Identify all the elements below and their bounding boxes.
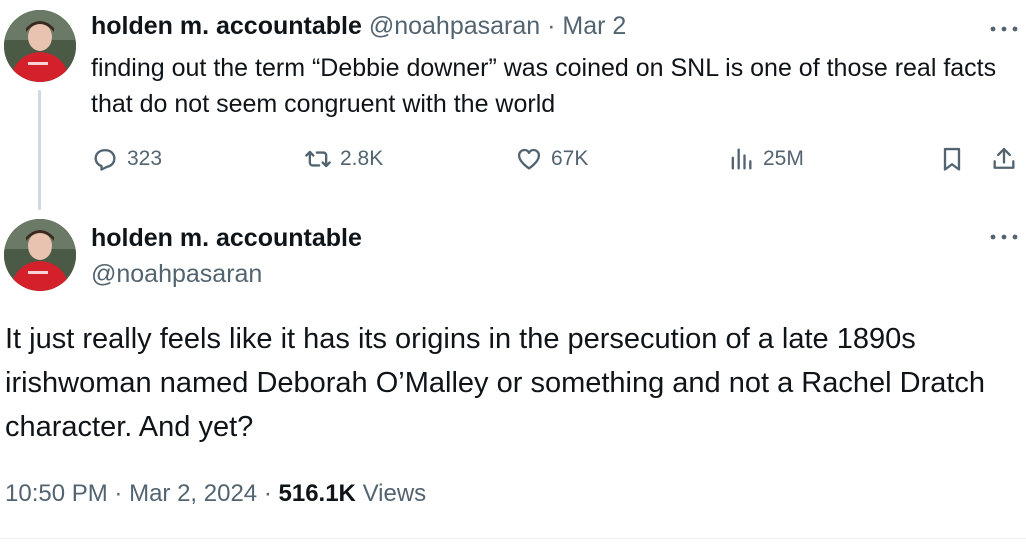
main-more-button[interactable] (986, 226, 1022, 248)
like-button[interactable]: 67K (515, 142, 588, 176)
repost-icon (305, 150, 331, 168)
repost-button[interactable]: 2.8K (304, 142, 383, 176)
tweet-views-count: 516.1K (278, 480, 356, 507)
reply-count: 323 (127, 147, 163, 170)
parent-handle[interactable]: @noahpasaran (369, 12, 540, 40)
parent-more-button[interactable] (986, 18, 1022, 40)
divider (0, 538, 1026, 539)
analytics-icon (731, 148, 752, 170)
views-button[interactable]: 25M (727, 142, 804, 176)
heart-icon (517, 148, 541, 170)
reply-button[interactable]: 323 (91, 142, 162, 176)
views-count: 25M (763, 147, 804, 170)
tweet-views-label: Views (362, 480, 427, 507)
bookmark-button[interactable] (938, 142, 966, 176)
main-tweet-text: It just really feels like it has its ori… (5, 323, 986, 443)
parent-display-name[interactable]: holden m. accountable (91, 12, 362, 40)
more-dots-icon (990, 26, 1018, 32)
avatar[interactable] (4, 10, 76, 82)
like-count: 67K (551, 147, 589, 170)
share-button[interactable] (990, 142, 1018, 176)
avatar-image (4, 10, 76, 82)
share-icon (993, 147, 1015, 169)
tweet-meta: 10:50 PM · Mar 2, 2024 · 516.1K Views (5, 478, 426, 510)
avatar[interactable] (4, 219, 76, 291)
meta-separator: · (263, 480, 272, 507)
reply-icon (94, 149, 116, 171)
bookmark-icon (943, 147, 961, 171)
meta-separator: · (114, 480, 123, 507)
avatar-image (4, 219, 76, 291)
tweet-date[interactable]: Mar 2, 2024 (129, 480, 257, 507)
main-display-name[interactable]: holden m. accountable (91, 222, 362, 254)
parent-tweet-header: holden m. accountable @noahpasaran · Mar… (91, 10, 626, 42)
main-handle[interactable]: @noahpasaran (91, 258, 262, 290)
tweet-time[interactable]: 10:50 PM (5, 480, 108, 507)
repost-count: 2.8K (340, 147, 384, 170)
parent-action-bar: 323 2.8K 67K 25M (0, 142, 1026, 176)
parent-date[interactable]: Mar 2 (562, 12, 626, 40)
parent-separator: · (547, 12, 556, 40)
parent-tweet-text: finding out the term “Debbie downer” was… (91, 54, 997, 118)
more-dots-icon (990, 234, 1018, 240)
